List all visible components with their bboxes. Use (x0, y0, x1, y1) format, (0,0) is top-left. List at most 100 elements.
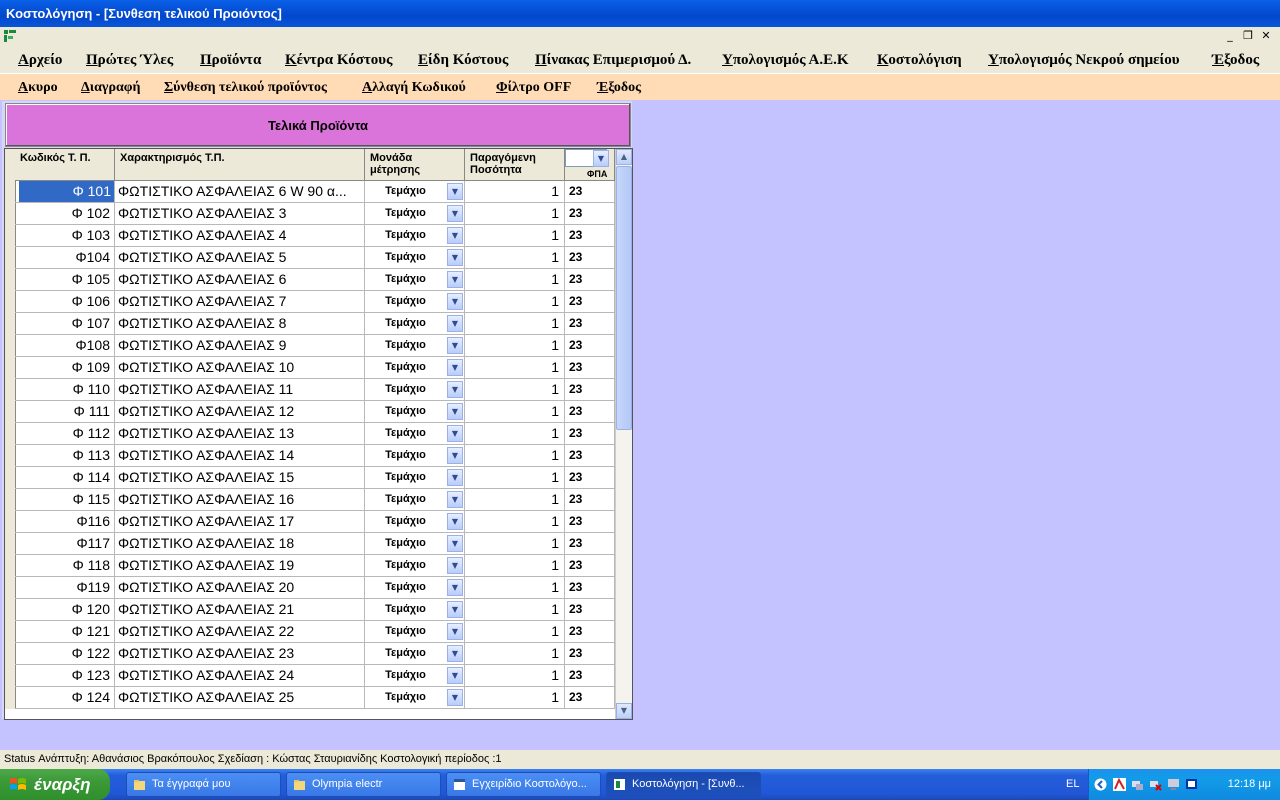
chevron-down-icon[interactable]: ▼ (447, 205, 463, 222)
chevron-down-icon[interactable]: ▼ (447, 359, 463, 376)
cell-qty[interactable]: 1 (465, 445, 565, 467)
cell-qty[interactable]: 1 (465, 423, 565, 445)
cell-code[interactable]: Φ116 (15, 511, 115, 533)
chevron-down-icon[interactable]: ▼ (447, 645, 463, 662)
cell-desc[interactable]: ΦΩΤΙΣΤΙΚΟ ΑΣΦΑΛΕΙΑΣ 24 (115, 665, 365, 687)
chevron-down-icon[interactable]: ▼ (593, 150, 609, 167)
cell-vat[interactable]: 23 (565, 291, 615, 313)
menu-item-7[interactable]: Κοστολόγιση (877, 47, 962, 73)
chevron-down-icon[interactable]: ▼ (447, 227, 463, 244)
column-header-code[interactable]: Κωδικός Τ. Π. (15, 149, 115, 181)
cell-unit[interactable]: Τεμάχιο ▼ (365, 313, 465, 335)
cell-desc[interactable]: ΦΩΤΙΣΤΙΚΟ ΑΣΦΑΛΕΙΑΣ 7 (115, 291, 365, 313)
menu-item-1[interactable]: Πρώτες Ύλες (86, 47, 173, 73)
command-item-5[interactable]: Έξοδος (597, 74, 641, 102)
chevron-down-icon[interactable]: ▼ (447, 579, 463, 596)
app-icon[interactable] (3, 29, 17, 43)
cell-vat[interactable]: 23 (565, 203, 615, 225)
chevron-down-icon[interactable]: ▼ (447, 403, 463, 420)
chevron-down-icon[interactable]: ▼ (447, 293, 463, 310)
cell-unit[interactable]: Τεμάχιο ▼ (365, 181, 465, 203)
cell-desc[interactable]: ΦΩΤΙΣΤΙΚΟ ΑΣΦΑΛΕΙΑΣ 13 (115, 423, 365, 445)
network-disconnected-icon[interactable] (1149, 778, 1162, 791)
cell-vat[interactable]: 23 (565, 577, 615, 599)
cell-code[interactable]: Φ 115 (15, 489, 115, 511)
cell-desc[interactable]: ΦΩΤΙΣΤΙΚΟ ΑΣΦΑΛΕΙΑΣ 18 (115, 533, 365, 555)
cell-qty[interactable]: 1 (465, 599, 565, 621)
cell-qty[interactable]: 1 (465, 269, 565, 291)
cell-desc[interactable]: ΦΩΤΙΣΤΙΚΟ ΑΣΦΑΛΕΙΑΣ 14 (115, 445, 365, 467)
cell-desc[interactable]: ΦΩΤΙΣΤΙΚΟ ΑΣΦΑΛΕΙΑΣ 20 (115, 577, 365, 599)
cell-qty[interactable]: 1 (465, 643, 565, 665)
cell-vat[interactable]: 23 (565, 181, 615, 203)
cell-qty[interactable]: 1 (465, 511, 565, 533)
menu-item-2[interactable]: Προϊόντα (200, 47, 261, 73)
chevron-down-icon[interactable]: ▼ (447, 557, 463, 574)
cell-unit[interactable]: Τεμάχιο ▼ (365, 467, 465, 489)
display-icon[interactable] (1185, 778, 1198, 791)
cell-desc[interactable]: ΦΩΤΙΣΤΙΚΟ ΑΣΦΑΛΕΙΑΣ 6 (115, 269, 365, 291)
cell-vat[interactable]: 23 (565, 269, 615, 291)
cell-qty[interactable]: 1 (465, 225, 565, 247)
cell-vat[interactable]: 23 (565, 225, 615, 247)
cell-desc[interactable]: ΦΩΤΙΣΤΙΚΟ ΑΣΦΑΛΕΙΑΣ 6 W 90 α... (115, 181, 365, 203)
task-costing[interactable]: Κοστολόγηση - [Συνθ... (606, 772, 761, 797)
cell-code[interactable]: Φ 101 (15, 181, 115, 203)
cell-unit[interactable]: Τεμάχιο ▼ (365, 225, 465, 247)
close-icon[interactable]: ✕ (1258, 29, 1274, 44)
cell-vat[interactable]: 23 (565, 533, 615, 555)
cell-vat[interactable]: 23 (565, 665, 615, 687)
task-olympia[interactable]: Olympia electr (286, 772, 441, 797)
chevron-down-icon[interactable]: ▼ (447, 667, 463, 684)
cell-qty[interactable]: 1 (465, 313, 565, 335)
products-grid[interactable]: Κωδικός Τ. Π. Χαρακτηρισμός Τ.Π. Μονάδα … (4, 148, 633, 720)
antivirus-icon[interactable] (1113, 778, 1126, 791)
cell-unit[interactable]: Τεμάχιο ▼ (365, 489, 465, 511)
cell-code[interactable]: Φ 103 (15, 225, 115, 247)
chevron-down-icon[interactable]: ▼ (447, 425, 463, 442)
cell-desc[interactable]: ΦΩΤΙΣΤΙΚΟ ΑΣΦΑΛΕΙΑΣ 9 (115, 335, 365, 357)
menu-item-9[interactable]: Έξοδος (1212, 47, 1259, 73)
cell-qty[interactable]: 1 (465, 401, 565, 423)
chevron-down-icon[interactable]: ▼ (447, 513, 463, 530)
cell-desc[interactable]: ΦΩΤΙΣΤΙΚΟ ΑΣΦΑΛΕΙΑΣ 12 (115, 401, 365, 423)
vertical-scrollbar[interactable]: ▲ ▼ (615, 149, 632, 719)
scroll-down-icon[interactable]: ▼ (616, 703, 632, 719)
cell-unit[interactable]: Τεμάχιο ▼ (365, 621, 465, 643)
command-item-3[interactable]: Αλλαγή Κωδικού (362, 74, 466, 102)
cell-desc[interactable]: ΦΩΤΙΣΤΙΚΟ ΑΣΦΑΛΕΙΑΣ 3 (115, 203, 365, 225)
cell-qty[interactable]: 1 (465, 489, 565, 511)
menu-item-0[interactable]: Αρχείο (18, 47, 62, 73)
cell-code[interactable]: Φ108 (15, 335, 115, 357)
chevron-down-icon[interactable]: ▼ (447, 601, 463, 618)
column-header-quantity[interactable]: Παραγόμενη Ποσότητα (465, 149, 565, 181)
cell-qty[interactable]: 1 (465, 181, 565, 203)
cell-unit[interactable]: Τεμάχιο ▼ (365, 577, 465, 599)
cell-unit[interactable]: Τεμάχιο ▼ (365, 665, 465, 687)
cell-desc[interactable]: ΦΩΤΙΣΤΙΚΟ ΑΣΦΑΛΕΙΑΣ 5 (115, 247, 365, 269)
cell-code[interactable]: Φ 111 (15, 401, 115, 423)
cell-code[interactable]: Φ104 (15, 247, 115, 269)
chevron-down-icon[interactable]: ▼ (447, 535, 463, 552)
chevron-down-icon[interactable]: ▼ (447, 381, 463, 398)
cell-code[interactable]: Φ 123 (15, 665, 115, 687)
cell-desc[interactable]: ΦΩΤΙΣΤΙΚΟ ΑΣΦΑΛΕΙΑΣ 8 (115, 313, 365, 335)
cell-vat[interactable]: 23 (565, 621, 615, 643)
cell-code[interactable]: Φ 105 (15, 269, 115, 291)
chevron-down-icon[interactable]: ▼ (447, 315, 463, 332)
cell-unit[interactable]: Τεμάχιο ▼ (365, 423, 465, 445)
cell-vat[interactable]: 23 (565, 335, 615, 357)
menu-item-3[interactable]: Κέντρα Κόστους (285, 47, 392, 73)
cell-unit[interactable]: Τεμάχιο ▼ (365, 291, 465, 313)
cell-unit[interactable]: Τεμάχιο ▼ (365, 599, 465, 621)
cell-qty[interactable]: 1 (465, 555, 565, 577)
command-item-1[interactable]: Διαγραφή (81, 74, 140, 102)
cell-vat[interactable]: 23 (565, 555, 615, 577)
cell-vat[interactable]: 23 (565, 467, 615, 489)
cell-qty[interactable]: 1 (465, 665, 565, 687)
cell-unit[interactable]: Τεμάχιο ▼ (365, 379, 465, 401)
cell-code[interactable]: Φ 107 (15, 313, 115, 335)
cell-unit[interactable]: Τεμάχιο ▼ (365, 687, 465, 709)
menu-item-4[interactable]: Είδη Κόστους (418, 47, 508, 73)
scroll-up-icon[interactable]: ▲ (616, 149, 632, 165)
